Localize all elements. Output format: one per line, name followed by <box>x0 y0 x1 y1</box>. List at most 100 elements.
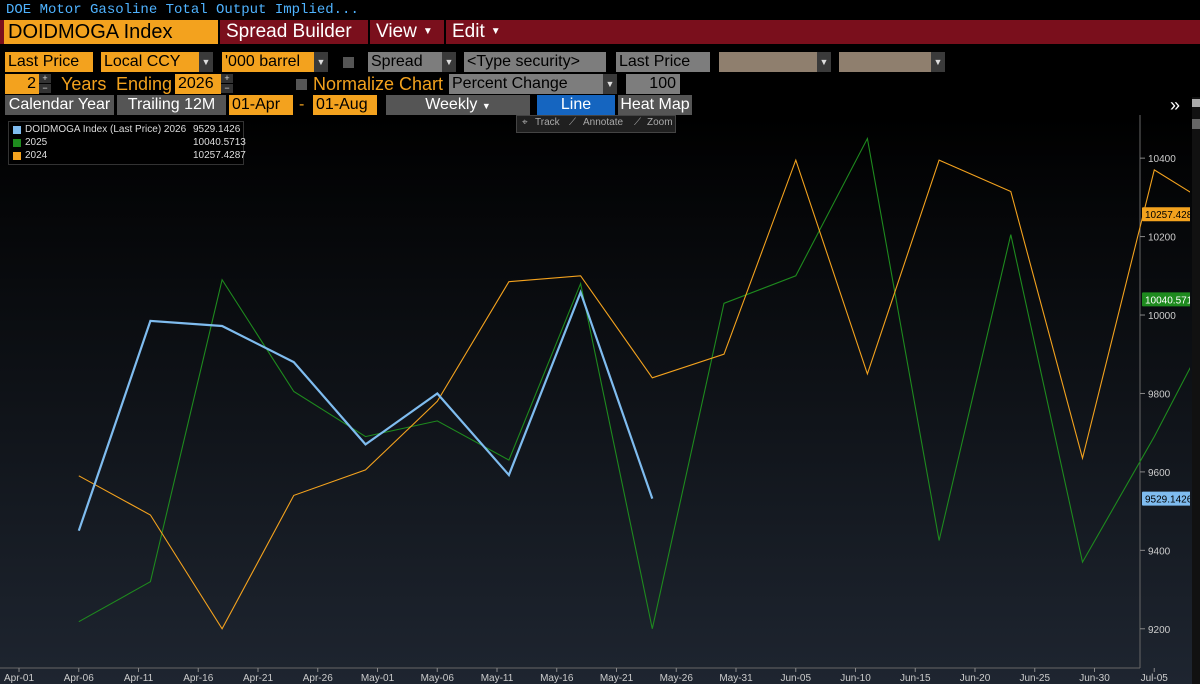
ending-year-stepper[interactable]: + − <box>221 74 233 94</box>
series-line-2025 <box>78 136 1190 629</box>
x-tick-label: Jul-05 <box>1141 673 1169 684</box>
normalize-mode-dropdown[interactable]: Percent Change ▼ <box>449 74 617 94</box>
zoom-button[interactable]: Zoom <box>647 117 673 128</box>
x-tick-label: Apr-01 <box>4 673 34 684</box>
x-tick-label: May-16 <box>540 673 574 684</box>
x-tick-label: Jun-20 <box>960 673 991 684</box>
chevron-down-icon: ▼ <box>314 52 328 72</box>
chevron-down-icon: ▼ <box>603 74 617 94</box>
blank-dropdown-2[interactable]: ▼ <box>839 52 945 72</box>
years-input[interactable]: 2 <box>5 74 39 94</box>
x-tick-label: Apr-21 <box>243 673 273 684</box>
line-chart-button[interactable]: Line <box>537 95 615 115</box>
legend-name-2024: 2024 <box>25 150 48 161</box>
normalize-checkbox[interactable] <box>296 79 307 90</box>
series-line-2026 <box>77 289 654 532</box>
scroll-up-handle[interactable] <box>1192 99 1200 107</box>
spread-builder-menu[interactable]: Spread Builder <box>218 20 368 44</box>
trailing-12m-button[interactable]: Trailing 12M <box>117 95 226 115</box>
periodicity-value: Weekly <box>425 96 478 113</box>
years-stepper[interactable]: + − <box>39 74 51 94</box>
chevron-down-icon: ▼ <box>931 52 945 72</box>
x-tick-label: Apr-16 <box>183 673 213 684</box>
spread-dropdown[interactable]: Spread ▼ <box>368 52 456 72</box>
y-tick-label: 10400 <box>1148 154 1176 165</box>
field2-selector[interactable]: Last Price <box>616 52 710 72</box>
date-to-input[interactable]: 01-Aug <box>313 95 377 115</box>
spread-checkbox[interactable] <box>343 57 354 68</box>
y-tick-label: 9200 <box>1148 625 1171 636</box>
spread-builder-label: Spread Builder <box>226 21 352 42</box>
field-selector[interactable]: Last Price <box>5 52 93 72</box>
chevron-down-icon: ▼ <box>490 26 501 37</box>
chevron-down-icon: ▼ <box>817 52 831 72</box>
chevron-down-icon: ▼ <box>442 52 456 72</box>
chevron-down-icon: ▼ <box>481 101 491 111</box>
chart-legend: DOIDMOGA Index (Last Price) 2026 9529.14… <box>8 121 246 165</box>
units-value: '000 barrel <box>225 53 301 70</box>
y-tick-label: 10000 <box>1148 311 1176 322</box>
legend-swatch-2026 <box>13 126 21 134</box>
ending-label: Ending <box>116 74 173 94</box>
view-menu-label: View <box>376 21 417 43</box>
currency-value: Local CCY <box>104 53 181 70</box>
blank-dropdown-1[interactable]: ▼ <box>719 52 831 72</box>
legend-row-2026[interactable]: DOIDMOGA Index (Last Price) 2026 9529.14… <box>13 124 241 136</box>
window-title: DOE Motor Gasoline Total Output Implied.… <box>6 2 359 18</box>
x-tick-label: Apr-06 <box>64 673 94 684</box>
track-button[interactable]: Track <box>535 117 560 128</box>
pencil-icon: ⟋ <box>569 117 576 128</box>
view-menu[interactable]: View ▼ <box>368 20 442 44</box>
y-tick-label: 9400 <box>1148 546 1171 557</box>
calendar-year-button[interactable]: Calendar Year <box>5 95 114 115</box>
legend-value-2024: 10257.4287 <box>193 150 246 161</box>
y-tick-label: 9600 <box>1148 468 1171 479</box>
x-tick-label: Apr-26 <box>303 673 333 684</box>
x-tick-label: May-21 <box>600 673 634 684</box>
window-title-bar: DOE Motor Gasoline Total Output Implied.… <box>0 0 1200 20</box>
legend-name-2025: 2025 <box>25 137 48 148</box>
chart-toolbar: ⌖ Track ⟋ Annotate ⟋ Zoom <box>516 115 676 133</box>
ending-year-input[interactable]: 2026 <box>175 74 221 94</box>
edit-menu[interactable]: Edit ▼ <box>444 20 512 44</box>
chevron-down-icon: ▼ <box>422 26 433 37</box>
date-range-dash: - <box>299 96 305 113</box>
minus-icon[interactable]: − <box>221 84 233 94</box>
minus-icon[interactable]: − <box>39 84 51 94</box>
last-value-label: 10040.5713 <box>1145 295 1190 306</box>
normalize-label: Normalize Chart <box>313 74 444 94</box>
annotate-button[interactable]: Annotate <box>583 117 623 128</box>
legend-value-2025: 10040.5713 <box>193 137 246 148</box>
currency-dropdown[interactable]: Local CCY ▼ <box>101 52 213 72</box>
legend-swatch-2025 <box>13 139 21 147</box>
x-tick-label: Jun-15 <box>900 673 931 684</box>
scroll-thumb[interactable] <box>1192 119 1200 129</box>
crosshair-icon: ⌖ <box>522 117 528 128</box>
security-input[interactable]: <Type security> <box>464 52 606 72</box>
expand-panel-button[interactable]: » <box>1170 95 1180 116</box>
x-tick-label: Jun-30 <box>1079 673 1110 684</box>
vertical-scrollbar[interactable] <box>1192 97 1200 684</box>
last-value-label: 10257.4287 <box>1145 210 1190 221</box>
x-tick-label: May-26 <box>660 673 694 684</box>
ticker-field[interactable]: DOIDMOGA Index <box>4 20 218 44</box>
x-tick-label: May-06 <box>421 673 455 684</box>
legend-row-2025[interactable]: 2025 10040.5713 <box>13 137 246 149</box>
x-tick-label: Jun-10 <box>840 673 871 684</box>
heat-map-button[interactable]: Heat Map <box>618 95 692 115</box>
chevron-down-icon: ▼ <box>199 52 213 72</box>
x-tick-label: May-01 <box>361 673 395 684</box>
date-from-input[interactable]: 01-Apr <box>229 95 293 115</box>
x-tick-label: May-11 <box>481 673 514 684</box>
legend-row-2024[interactable]: 2024 10257.4287 <box>13 150 246 162</box>
line-chart[interactable]: 9200 9400 9600 9800 10000 10200 10400 Apr-01 Apr… <box>0 115 1190 684</box>
legend-swatch-2024 <box>13 152 21 160</box>
legend-name-2026: DOIDMOGA Index (Last Price) 2026 <box>25 124 187 135</box>
legend-value-2026: 9529.1426 <box>193 124 241 135</box>
normalize-base-input[interactable]: 100 <box>626 74 680 94</box>
y-tick-label: 10200 <box>1148 233 1176 244</box>
series-line-2024 <box>78 158 1190 630</box>
x-tick-label: Jun-05 <box>780 673 811 684</box>
units-dropdown[interactable]: '000 barrel ▼ <box>222 52 328 72</box>
periodicity-dropdown[interactable]: Weekly ▼ <box>386 95 530 115</box>
